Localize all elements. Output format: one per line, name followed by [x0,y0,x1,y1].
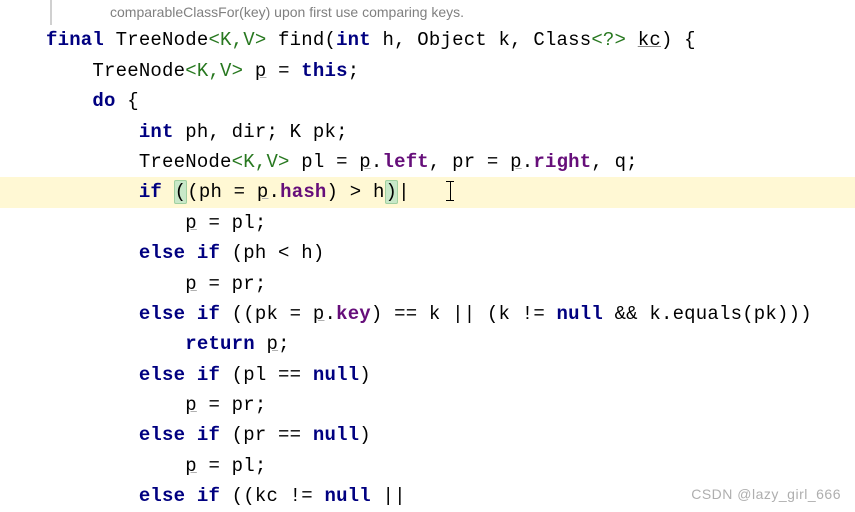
code-line-5: TreeNode<K,V> pl = p.left, pr = p.right,… [46,151,638,173]
code-line-12: else if (pl == null) [46,364,371,386]
code-line-8: else if (ph < h) [46,242,324,264]
code-line-13: p = pr; [46,394,266,416]
code-line-15: p = pl; [46,455,266,477]
kw-final: final [46,29,104,51]
code-line-6-highlighted: if ((ph = p.hash) > h)| [0,177,855,207]
code-line-10: else if ((pk = p.key) == k || (k != null… [46,303,812,325]
code-line-9: p = pr; [46,273,266,295]
code-line-7: p = pl; [46,212,266,234]
doc-comment: comparableClassFor(key) upon first use c… [50,0,855,25]
doc-comment-text: comparableClassFor(key) upon first use c… [110,4,464,20]
code-line-11: return p; [46,333,290,355]
bracket-highlight-close: ) [385,180,399,204]
code-line-14: else if (pr == null) [46,424,371,446]
code-line-2: TreeNode<K,V> p = this; [46,60,359,82]
cursor-marker: | [398,181,410,203]
bracket-highlight-open: ( [174,180,188,204]
text-caret-icon [450,181,451,201]
code-line-4: int ph, dir; K pk; [46,121,348,143]
code-line-16: else if ((kc != null || [46,485,406,507]
code-block[interactable]: final TreeNode<K,V> find(int h, Object k… [0,25,855,511]
code-line-1: final TreeNode<K,V> find(int h, Object k… [46,29,696,51]
code-line-3: do { [46,90,139,112]
